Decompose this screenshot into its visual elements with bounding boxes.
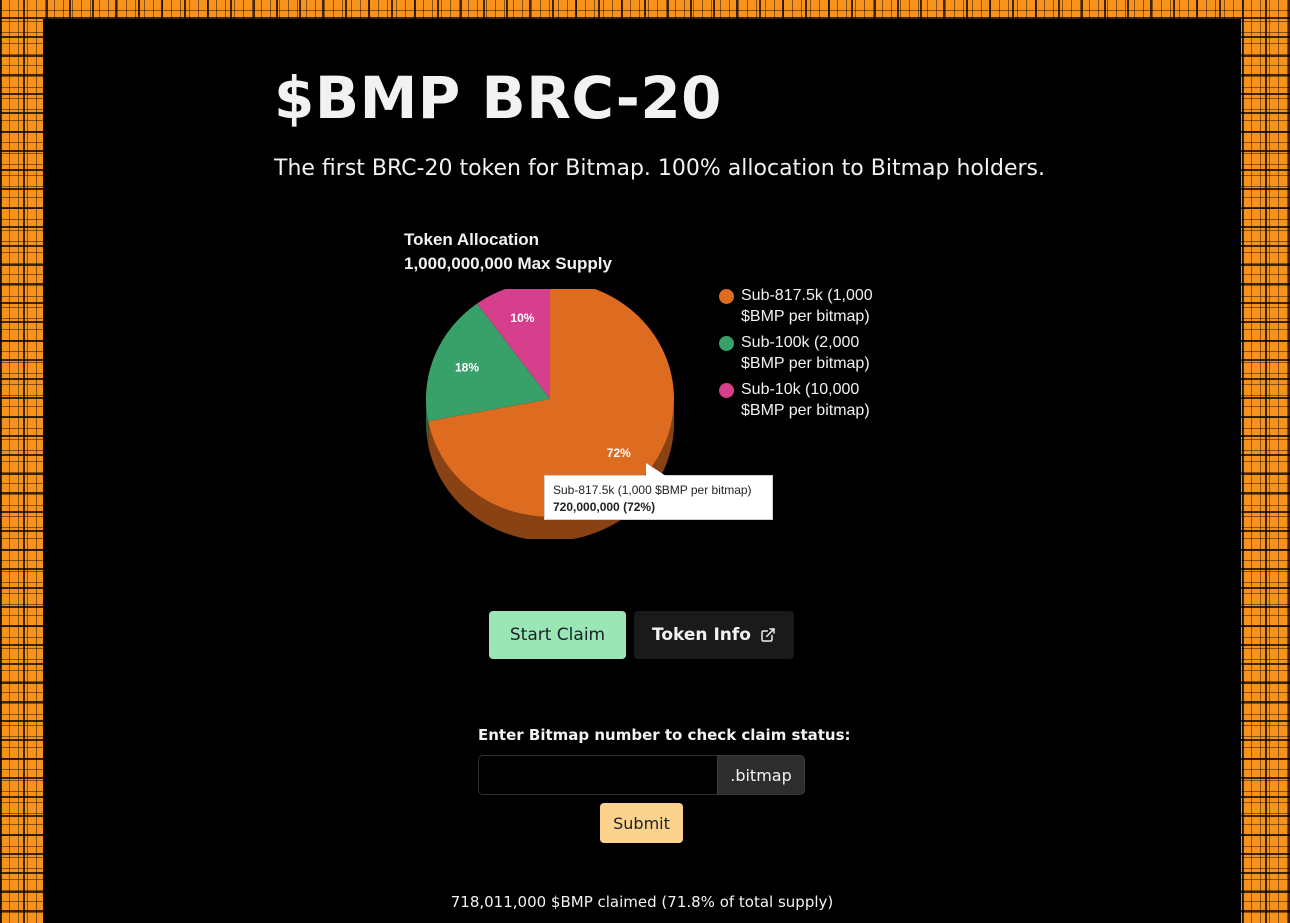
- pie-slice-label: 10%: [510, 311, 534, 325]
- legend-item-sub-10k[interactable]: Sub-10k (10,000 $BMP per bitmap): [717, 379, 901, 421]
- submit-button[interactable]: Submit: [600, 803, 683, 843]
- legend-swatch: [719, 383, 734, 398]
- tooltip-series: Sub-817.5k (1,000 $BMP per bitmap): [553, 483, 752, 497]
- chart-subtitle: 1,000,000,000 Max Supply: [404, 254, 612, 273]
- bitmap-suffix-addon: .bitmap: [717, 755, 805, 795]
- legend-swatch: [719, 289, 734, 304]
- legend-item-sub-817k[interactable]: Sub-817.5k (1,000 $BMP per bitmap): [717, 285, 901, 327]
- token-info-label: Token Info: [652, 625, 751, 645]
- legend-item-sub-100k[interactable]: Sub-100k (2,000 $BMP per bitmap): [717, 332, 901, 374]
- start-claim-button[interactable]: Start Claim: [489, 611, 626, 659]
- start-claim-label: Start Claim: [509, 625, 606, 645]
- tooltip-arrow: [646, 463, 666, 476]
- pie-slice-label: 18%: [455, 361, 479, 375]
- chart-title: Token Allocation: [404, 230, 540, 249]
- legend-label: Sub-100k (2,000 $BMP per bitmap): [741, 334, 870, 372]
- submit-label: Submit: [613, 813, 670, 833]
- chart-title-block: Token Allocation 1,000,000,000 Max Suppl…: [404, 228, 612, 276]
- legend-swatch: [719, 336, 734, 351]
- claimed-status-text: 718,011,000 $BMP claimed (71.8% of total…: [450, 893, 834, 911]
- legend-label: Sub-10k (10,000 $BMP per bitmap): [741, 381, 870, 419]
- page-title: $BMP BRC-20: [274, 64, 723, 132]
- page-subtitle: The first BRC-20 token for Bitmap. 100% …: [274, 156, 1045, 181]
- pie-slice-label: 72%: [607, 446, 631, 460]
- legend-label: Sub-817.5k (1,000 $BMP per bitmap): [741, 287, 873, 325]
- external-link-icon: [760, 627, 776, 643]
- main-panel: $BMP BRC-20 The first BRC-20 token for B…: [43, 19, 1241, 923]
- claim-check-label: Enter Bitmap number to check claim statu…: [478, 726, 851, 744]
- bitmap-number-input[interactable]: [478, 755, 718, 795]
- token-info-button[interactable]: Token Info: [634, 611, 794, 659]
- chart-legend: Sub-817.5k (1,000 $BMP per bitmap) Sub-1…: [717, 285, 901, 426]
- chart-tooltip: Sub-817.5k (1,000 $BMP per bitmap) 720,0…: [544, 463, 773, 520]
- tooltip-value: 720,000,000 (72%): [553, 500, 656, 514]
